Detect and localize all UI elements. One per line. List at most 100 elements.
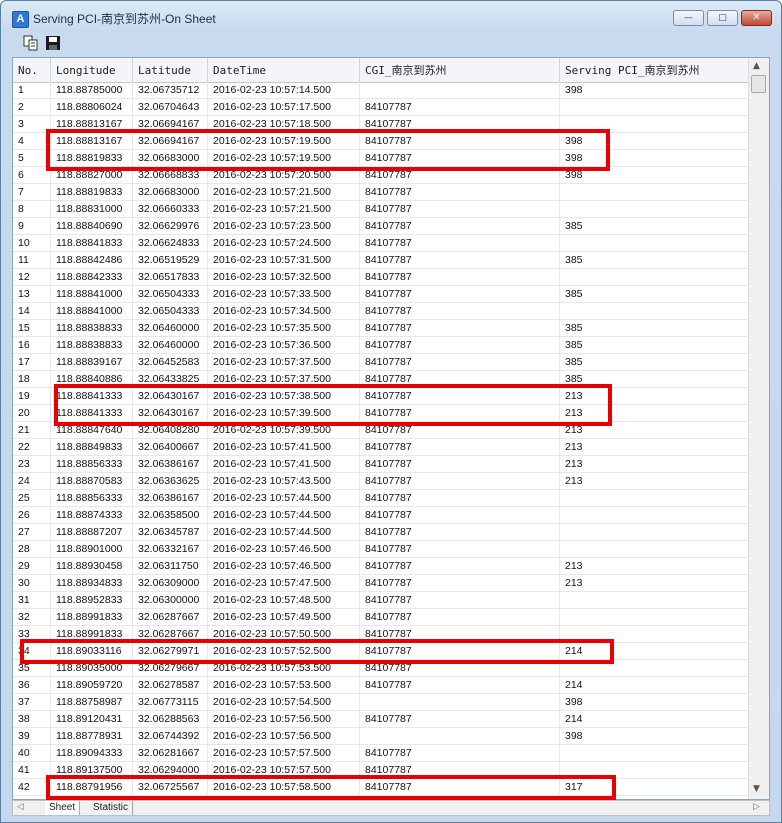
table-cell[interactable]: 2016-02-23 10:57:43.500 (208, 473, 360, 489)
table-cell[interactable]: 2 (13, 99, 51, 115)
table-cell[interactable] (560, 592, 749, 608)
table-cell[interactable] (560, 745, 749, 761)
table-row[interactable]: 2 118.88806024 32.06704643 2016-02-23 10:57… (13, 99, 749, 116)
table-cell[interactable]: 213 (560, 405, 749, 421)
table-cell[interactable] (560, 116, 749, 132)
table-row[interactable]: 4 118.88813167 32.06694167 2016-02-23 10:57… (13, 133, 749, 150)
table-cell[interactable] (560, 490, 749, 506)
table-cell[interactable]: 2016-02-23 10:57:44.500 (208, 490, 360, 506)
table-cell[interactable]: 32.06668833 (133, 167, 208, 183)
table-cell[interactable]: 118.88841333 (51, 405, 133, 421)
table-cell[interactable]: 2016-02-23 10:57:19.500 (208, 150, 360, 166)
data-grid[interactable]: No. Longitude Latitude DateTime CGI_南京到苏州 Ser… (12, 57, 770, 800)
table-cell[interactable]: 2016-02-23 10:57:21.500 (208, 184, 360, 200)
table-cell[interactable]: 2016-02-23 10:57:37.500 (208, 371, 360, 387)
column-header[interactable]: Longitude (51, 58, 133, 82)
table-row[interactable]: 13 118.88841000 32.06504333 2016-02-23 10:5… (13, 286, 749, 303)
table-cell[interactable]: 38 (13, 711, 51, 727)
table-cell[interactable]: 32.06288563 (133, 711, 208, 727)
table-cell[interactable]: 32.06460000 (133, 337, 208, 353)
table-cell[interactable]: 32.06744392 (133, 728, 208, 744)
table-cell[interactable]: 385 (560, 354, 749, 370)
table-cell[interactable]: 21 (13, 422, 51, 438)
table-row[interactable]: 8 118.88831000 32.06660333 2016-02-23 10:57… (13, 201, 749, 218)
table-row[interactable]: 21 118.88847640 32.06408280 2016-02-23 10:5… (13, 422, 749, 439)
table-cell[interactable]: 2016-02-23 10:57:44.500 (208, 524, 360, 540)
table-cell[interactable]: 32.06358500 (133, 507, 208, 523)
table-cell[interactable]: 32.06332167 (133, 541, 208, 557)
maximize-button[interactable]: □ (707, 10, 738, 26)
table-cell[interactable]: 32.06386167 (133, 490, 208, 506)
table-cell[interactable]: 118.89035000 (51, 660, 133, 676)
table-cell[interactable]: 385 (560, 286, 749, 302)
table-cell[interactable]: 398 (560, 728, 749, 744)
table-cell[interactable]: 32 (13, 609, 51, 625)
table-cell[interactable]: 214 (560, 643, 749, 659)
table-cell[interactable]: 84107787 (360, 371, 560, 387)
column-header[interactable]: CGI_南京到苏州 (360, 58, 560, 82)
table-cell[interactable]: 84107787 (360, 626, 560, 642)
table-cell[interactable] (560, 626, 749, 642)
table-cell[interactable]: 84107787 (360, 677, 560, 693)
table-cell[interactable]: 35 (13, 660, 51, 676)
table-row[interactable]: 11 118.88842486 32.06519529 2016-02-23 10:5… (13, 252, 749, 269)
table-cell[interactable]: 118.88842486 (51, 252, 133, 268)
column-header[interactable]: DateTime (208, 58, 360, 82)
table-cell[interactable]: 118.88840690 (51, 218, 133, 234)
table-cell[interactable]: 6 (13, 167, 51, 183)
table-cell[interactable]: 84107787 (360, 201, 560, 217)
table-cell[interactable]: 118.88819833 (51, 184, 133, 200)
table-cell[interactable]: 32.06278587 (133, 677, 208, 693)
table-cell[interactable] (360, 728, 560, 744)
minimize-button[interactable]: — (673, 10, 704, 26)
table-row[interactable]: 31 118.88952833 32.06300000 2016-02-23 10:5… (13, 592, 749, 609)
table-cell[interactable]: 32.06660333 (133, 201, 208, 217)
table-cell[interactable]: 84107787 (360, 439, 560, 455)
table-cell[interactable]: 118.89033116 (51, 643, 133, 659)
table-cell[interactable]: 84107787 (360, 337, 560, 353)
table-row[interactable]: 38 118.89120431 32.06288563 2016-02-23 10:5… (13, 711, 749, 728)
column-header[interactable]: No. (13, 58, 51, 82)
table-row[interactable]: 27 118.88887207 32.06345787 2016-02-23 10:5… (13, 524, 749, 541)
table-row[interactable]: 23 118.88856333 32.06386167 2016-02-23 10:5… (13, 456, 749, 473)
table-cell[interactable]: 32.06694167 (133, 133, 208, 149)
table-cell[interactable]: 2016-02-23 10:57:23.500 (208, 218, 360, 234)
table-cell[interactable]: 42 (13, 779, 51, 795)
table-cell[interactable]: 118.88849833 (51, 439, 133, 455)
table-cell[interactable]: 118.88991833 (51, 626, 133, 642)
table-cell[interactable]: 32.06287667 (133, 609, 208, 625)
table-row[interactable]: 30 118.88934833 32.06309000 2016-02-23 10:5… (13, 575, 749, 592)
table-cell[interactable]: 2016-02-23 10:57:48.500 (208, 592, 360, 608)
table-cell[interactable]: 118.89137500 (51, 762, 133, 778)
table-row[interactable]: 35 118.89035000 32.06279667 2016-02-23 10:5… (13, 660, 749, 677)
table-cell[interactable]: 2016-02-23 10:57:38.500 (208, 388, 360, 404)
table-cell[interactable]: 30 (13, 575, 51, 591)
table-cell[interactable]: 2016-02-23 10:57:57.500 (208, 762, 360, 778)
table-cell[interactable]: 32.06300000 (133, 592, 208, 608)
table-row[interactable]: 33 118.88991833 32.06287667 2016-02-23 10:5… (13, 626, 749, 643)
table-cell[interactable]: 2016-02-23 10:57:46.500 (208, 558, 360, 574)
table-cell[interactable]: 4 (13, 133, 51, 149)
table-cell[interactable]: 84107787 (360, 762, 560, 778)
table-cell[interactable]: 398 (560, 150, 749, 166)
table-cell[interactable]: 84107787 (360, 303, 560, 319)
table-cell[interactable]: 32.06460000 (133, 320, 208, 336)
table-cell[interactable]: 32.06287667 (133, 626, 208, 642)
table-cell[interactable]: 398 (560, 82, 749, 98)
table-cell[interactable]: 41 (13, 762, 51, 778)
table-row[interactable]: 26 118.88874333 32.06358500 2016-02-23 10:5… (13, 507, 749, 524)
scroll-thumb[interactable] (751, 75, 766, 93)
table-cell[interactable]: 118.88870583 (51, 473, 133, 489)
table-cell[interactable]: 2016-02-23 10:57:14.500 (208, 82, 360, 98)
table-cell[interactable]: 2016-02-23 10:57:20.500 (208, 167, 360, 183)
table-cell[interactable]: 84107787 (360, 218, 560, 234)
table-cell[interactable] (560, 201, 749, 217)
table-cell[interactable]: 84107787 (360, 286, 560, 302)
table-cell[interactable]: 33 (13, 626, 51, 642)
table-cell[interactable]: 32.06629976 (133, 218, 208, 234)
table-cell[interactable]: 32.06704643 (133, 99, 208, 115)
table-cell[interactable]: 317 (560, 779, 749, 795)
table-cell[interactable]: 5 (13, 150, 51, 166)
table-cell[interactable]: 214 (560, 677, 749, 693)
table-cell[interactable]: 118.88841333 (51, 388, 133, 404)
